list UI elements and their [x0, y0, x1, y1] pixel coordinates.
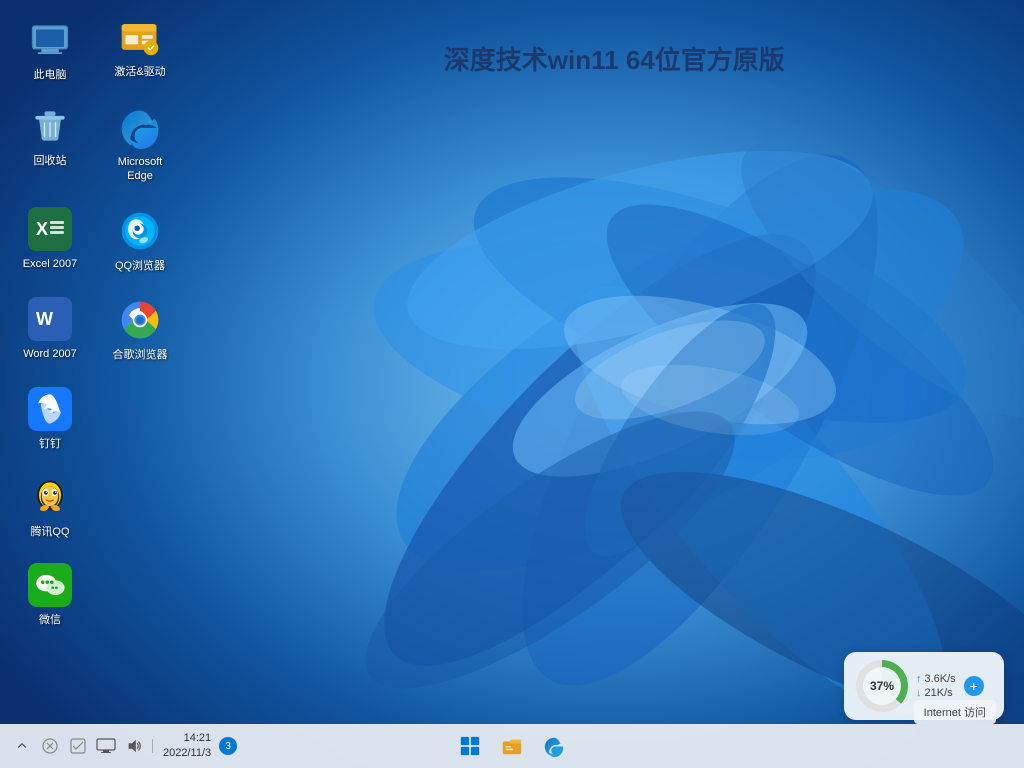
internet-tooltip: Internet 访问: [914, 700, 996, 724]
excel-label: Excel 2007: [23, 257, 77, 271]
qq-label: 腾讯QQ: [30, 525, 69, 539]
system-tray: 14:21 2022/11/3 3: [10, 730, 237, 762]
word-icon: W: [26, 295, 74, 343]
dingtalk-icon: [26, 385, 74, 433]
start-button[interactable]: [452, 728, 488, 764]
edge-label: MicrosoftEdge: [118, 155, 163, 184]
dingtalk-label: 钉钉: [39, 437, 61, 451]
desktop-icons-area: 此电脑 激活&驱动: [10, 10, 190, 690]
wechat-icon: [26, 561, 74, 609]
tray-close-icon: [38, 730, 62, 762]
qq-icon: [26, 473, 74, 521]
upload-arrow: ↑: [916, 673, 922, 685]
desktop-icon-qqbrowser[interactable]: QQ浏览器: [100, 201, 180, 279]
activate-icon: [116, 13, 164, 61]
wechat-label: 微信: [39, 613, 61, 627]
heheda-label: 合歌浏览器: [113, 348, 168, 362]
tray-volume-icon[interactable]: [122, 730, 146, 762]
recycle-icon: [26, 102, 74, 150]
svg-text:W: W: [36, 309, 53, 329]
this-pc-icon: [26, 16, 74, 64]
edge-icon: [116, 103, 164, 151]
svg-text:X: X: [36, 219, 48, 239]
desktop-title: 深度技术win11 64位官方原版: [444, 40, 785, 77]
network-add-button[interactable]: +: [964, 676, 984, 696]
notification-badge[interactable]: 3: [219, 737, 237, 755]
clock-time: 14:21: [184, 731, 212, 746]
desktop-icon-dingtalk[interactable]: 钉钉: [10, 379, 90, 457]
network-usage-circle: 37%: [856, 660, 908, 712]
tray-expand-button[interactable]: [10, 730, 34, 762]
desktop-icon-excel[interactable]: X Excel 2007: [10, 199, 90, 277]
download-arrow: ↓: [916, 687, 922, 699]
taskbar-edge-button[interactable]: [536, 728, 572, 764]
network-percent: 37%: [863, 667, 901, 705]
desktop-icon-activate[interactable]: 激活&驱动: [100, 7, 180, 85]
clock[interactable]: 14:21 2022/11/3: [159, 731, 215, 762]
qqbrowser-label: QQ浏览器: [115, 259, 165, 273]
this-pc-label: 此电脑: [34, 68, 67, 82]
desktop-icon-wechat[interactable]: 微信: [10, 555, 90, 633]
taskbar-center: [452, 728, 572, 764]
desktop-icon-this-pc[interactable]: 此电脑: [10, 10, 90, 88]
desktop: 深度技术win11 64位官方原版 此电脑: [0, 0, 1024, 768]
taskbar: 14:21 2022/11/3 3: [0, 724, 1024, 768]
heheda-icon: [116, 296, 164, 344]
clock-date: 2022/11/3: [163, 746, 211, 761]
tray-separator: [152, 739, 153, 753]
desktop-icon-edge[interactable]: MicrosoftEdge: [100, 97, 180, 190]
net-download: ↓ 21K/s: [916, 687, 956, 699]
activate-label: 激活&驱动: [114, 65, 165, 79]
qqbrowser-icon: [116, 207, 164, 255]
recycle-label: 回收站: [34, 154, 67, 168]
download-speed: 21K/s: [925, 687, 953, 699]
excel-icon: X: [26, 205, 74, 253]
desktop-icon-word[interactable]: W Word 2007: [10, 289, 90, 367]
tray-monitor-icon[interactable]: [94, 730, 118, 762]
net-upload: ↑ 3.6K/s: [916, 673, 956, 685]
desktop-icon-heheda[interactable]: 合歌浏览器: [100, 290, 180, 368]
upload-speed: 3.6K/s: [925, 673, 956, 685]
network-stats: ↑ 3.6K/s ↓ 21K/s: [916, 673, 956, 699]
word-label: Word 2007: [23, 347, 77, 361]
tray-checkbox-icon[interactable]: [66, 730, 90, 762]
desktop-icon-qq[interactable]: 腾讯QQ: [10, 467, 90, 545]
file-explorer-button[interactable]: [494, 728, 530, 764]
desktop-icon-recycle[interactable]: 回收站: [10, 96, 90, 174]
